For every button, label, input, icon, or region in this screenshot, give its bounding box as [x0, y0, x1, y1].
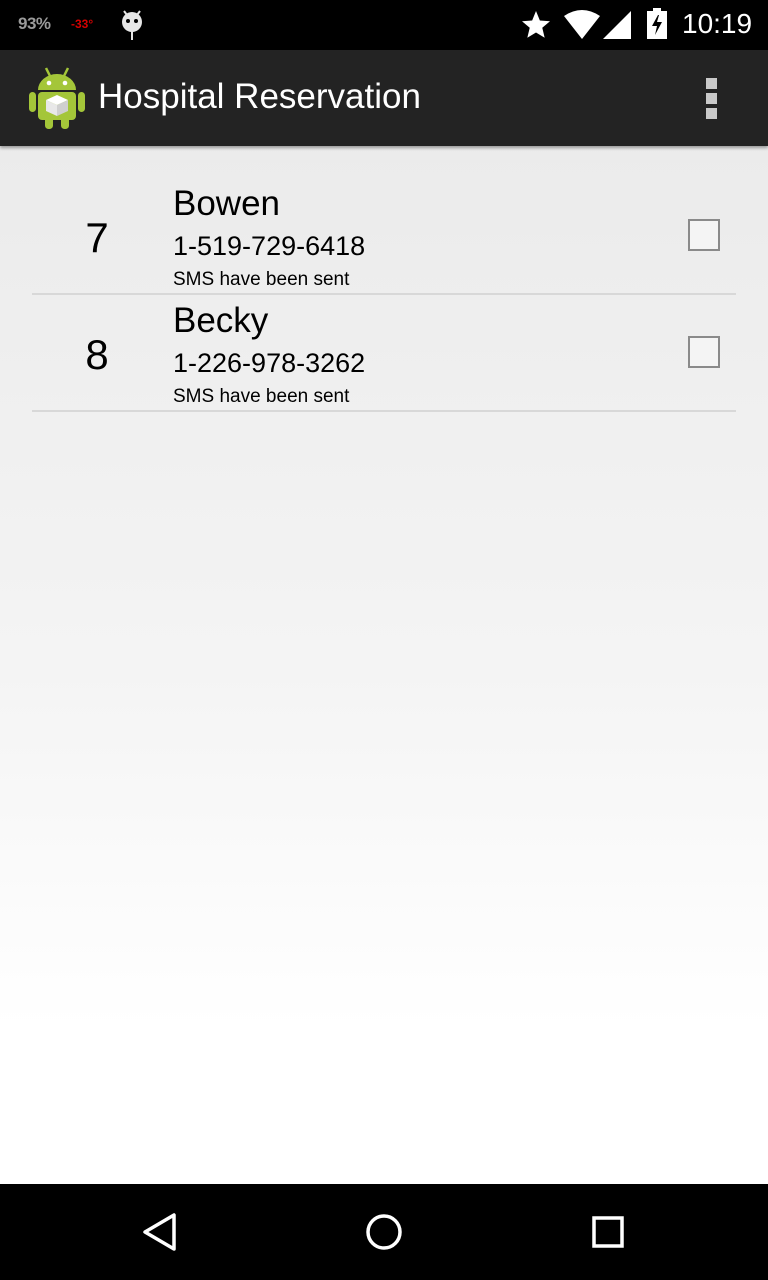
wifi-icon — [564, 10, 600, 39]
row-checkbox[interactable] — [688, 336, 720, 368]
temperature-readout: -33° — [71, 17, 94, 31]
app-title: Hospital Reservation — [98, 77, 421, 116]
list-item[interactable]: 7 Bowen 1-519-729-6418 SMS have been sen… — [32, 178, 736, 295]
recents-icon[interactable] — [586, 1210, 630, 1254]
row-checkbox[interactable] — [688, 219, 720, 251]
list-item[interactable]: 8 Becky 1-226-978-3262 SMS have been sen… — [32, 295, 736, 412]
sms-status: SMS have been sent — [173, 269, 350, 290]
overflow-dot — [706, 108, 717, 119]
debug-bug-icon — [122, 10, 142, 40]
battery-percent: 93% — [18, 14, 51, 33]
overflow-menu-icon[interactable] — [692, 74, 732, 122]
sms-status: SMS have been sent — [173, 386, 350, 407]
overflow-dot — [706, 93, 717, 104]
clock: 10:19 — [682, 8, 753, 39]
patient-name: Becky — [173, 301, 269, 340]
queue-number: 7 — [85, 214, 109, 261]
queue-number: 8 — [85, 331, 109, 378]
star-icon — [522, 11, 550, 38]
status-bar: 93% -33° 10:19 — [0, 0, 768, 50]
overflow-dot — [706, 78, 717, 89]
navigation-bar — [0, 1184, 768, 1280]
signal-icon — [603, 11, 631, 39]
android-app-icon[interactable] — [28, 66, 86, 130]
home-icon[interactable] — [362, 1210, 406, 1254]
patient-phone: 1-226-978-3262 — [173, 348, 366, 378]
patient-name: Bowen — [173, 184, 281, 223]
back-icon[interactable] — [138, 1210, 182, 1254]
battery-charging-icon — [647, 8, 667, 39]
patient-phone: 1-519-729-6418 — [173, 231, 366, 261]
action-bar: Hospital Reservation — [0, 50, 768, 146]
